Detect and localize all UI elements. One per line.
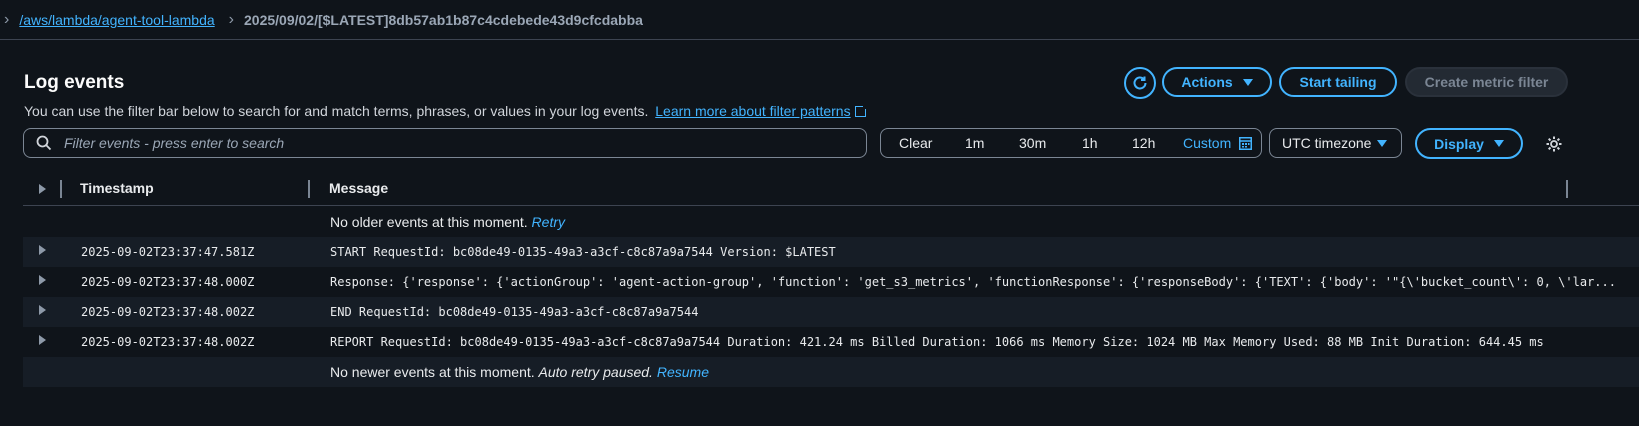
chevron-right-icon: › (228, 10, 234, 28)
no-newer-note: No newer events at this moment. Auto ret… (330, 364, 709, 380)
actions-label: Actions (1181, 74, 1233, 90)
column-timestamp[interactable]: Timestamp (80, 180, 154, 196)
description-text: You can use the filter bar below to sear… (24, 103, 649, 119)
caret-down-icon (1242, 78, 1253, 86)
range-1m[interactable]: 1m (965, 135, 984, 151)
learn-more-link[interactable]: Learn more about filter patterns (655, 103, 850, 119)
display-label: Display (1434, 135, 1484, 152)
clear-button[interactable]: Clear (899, 135, 932, 151)
expand-row-icon[interactable] (39, 275, 46, 285)
range-1h[interactable]: 1h (1082, 135, 1098, 151)
range-custom[interactable]: Custom (1183, 135, 1231, 151)
column-divider (60, 180, 62, 198)
expand-row-icon[interactable] (39, 245, 46, 255)
caret-down-icon (1493, 140, 1504, 147)
table-row[interactable]: 2025-09-02T23:37:48.002Z REPORT RequestI… (23, 327, 1639, 357)
expand-row-icon[interactable] (39, 335, 46, 345)
filter-events-input[interactable] (62, 134, 846, 152)
row-message: START RequestId: bc08de49-0135-49a3-a3cf… (330, 245, 836, 259)
create-metric-filter-button[interactable]: Create metric filter (1405, 67, 1568, 97)
external-link-icon (854, 104, 868, 117)
range-12h[interactable]: 12h (1132, 135, 1155, 151)
row-message: REPORT RequestId: bc08de49-0135-49a3-a3c… (330, 335, 1544, 349)
breadcrumb-log-stream: 2025/09/02/[$LATEST]8db57ab1b87c4cdebede… (244, 11, 643, 28)
chevron-right-icon: › (4, 10, 10, 28)
auto-retry-text: Auto retry paused. (538, 364, 653, 380)
page-description: You can use the filter bar below to sear… (24, 103, 868, 119)
no-newer-text: No newer events at this moment. (330, 364, 535, 380)
no-older-text: No older events at this moment. (330, 214, 528, 230)
caret-down-icon (1377, 140, 1387, 147)
search-icon (36, 135, 52, 151)
row-timestamp: 2025-09-02T23:37:48.002Z (81, 305, 255, 319)
expand-row-icon[interactable] (39, 305, 46, 315)
refresh-button[interactable] (1124, 67, 1156, 99)
display-button[interactable]: Display (1415, 128, 1523, 159)
column-message[interactable]: Message (329, 180, 388, 196)
table-row[interactable]: 2025-09-02T23:37:47.581Z START RequestId… (23, 237, 1639, 267)
table-row[interactable]: 2025-09-02T23:37:48.002Z END RequestId: … (23, 297, 1639, 327)
column-resizer[interactable] (308, 180, 310, 198)
table-header: Timestamp Message (23, 172, 1639, 206)
table-row[interactable]: 2025-09-02T23:37:48.000Z Response: {'res… (23, 267, 1639, 297)
actions-button[interactable]: Actions (1162, 67, 1272, 97)
breadcrumb-log-group-link[interactable]: /aws/lambda/agent-tool-lambda (19, 12, 214, 28)
filter-bar (23, 128, 867, 158)
row-message: Response: {'response': {'actionGroup': '… (330, 275, 1616, 289)
page-title: Log events (24, 72, 125, 93)
retry-link[interactable]: Retry (532, 214, 565, 230)
column-resizer[interactable] (1566, 180, 1568, 198)
timezone-select[interactable]: UTC timezone (1269, 128, 1402, 158)
range-30m[interactable]: 30m (1019, 135, 1046, 151)
no-older-note: No older events at this moment. Retry (330, 214, 565, 230)
breadcrumb: › /aws/lambda/agent-tool-lambda › 2025/0… (0, 0, 1639, 40)
refresh-icon (1133, 76, 1147, 90)
no-newer-events-row: No newer events at this moment. Auto ret… (23, 357, 1639, 387)
no-older-events-row: No older events at this moment. Retry (23, 207, 1639, 237)
time-range-selector: Clear 1m 30m 1h 12h Custom (880, 128, 1262, 158)
expand-all-icon[interactable] (39, 184, 46, 194)
resume-link[interactable]: Resume (657, 364, 709, 380)
row-timestamp: 2025-09-02T23:37:48.000Z (81, 275, 255, 289)
timezone-value: UTC timezone (1282, 135, 1372, 151)
row-timestamp: 2025-09-02T23:37:47.581Z (81, 245, 255, 259)
gear-icon[interactable] (1545, 135, 1563, 153)
row-message: END RequestId: bc08de49-0135-49a3-a3cf-c… (330, 305, 699, 319)
start-tailing-button[interactable]: Start tailing (1279, 67, 1397, 97)
calendar-icon[interactable] (1239, 137, 1252, 150)
row-timestamp: 2025-09-02T23:37:48.002Z (81, 335, 255, 349)
